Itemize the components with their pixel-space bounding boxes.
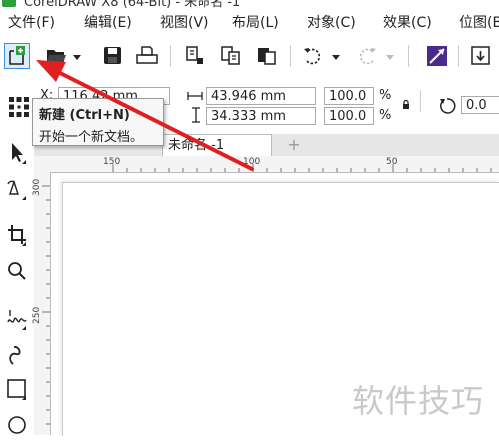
red-arrow-annotation [36,60,254,171]
